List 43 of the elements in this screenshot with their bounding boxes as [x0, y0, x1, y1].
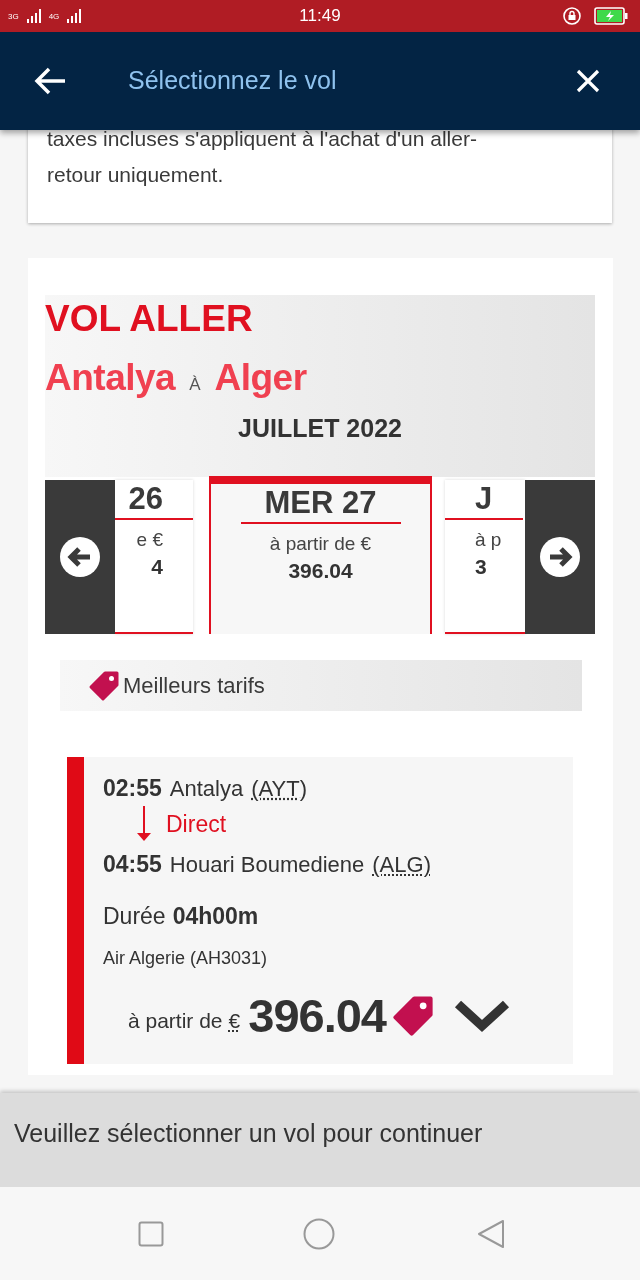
- carrier-label: Air Algerie (AH3031): [103, 947, 268, 970]
- notice-text: taxes incluses s'appliquent à l'achat d'un aller-: [47, 127, 477, 150]
- stops-label: Direct: [166, 809, 227, 839]
- best-fares-label: Meilleurs tarifs: [123, 672, 265, 700]
- home-icon[interactable]: [303, 1217, 335, 1250]
- battery-icon: [594, 7, 628, 25]
- notice-text: retour uniquement.: [47, 163, 224, 186]
- departure-airport: Antalya: [169, 775, 244, 803]
- route-connector: À: [189, 374, 201, 396]
- flight-option[interactable]: 02:55 Antalya (AYT) Direct 04:55 Houari Boumediene (ALG) Durée 04h00m Air Algerie (AH3031) à partir de € 396.04: [67, 757, 573, 1064]
- flight-price: 396.04: [248, 987, 386, 1044]
- price-label: à partir de: [128, 1008, 223, 1035]
- date-tab[interactable]: MER 27 à partir de € 396.04: [209, 476, 432, 634]
- down-arrow-icon: [136, 806, 152, 842]
- signal-icon: [67, 9, 82, 23]
- month-label: JUILLET 2022: [238, 413, 402, 444]
- currency-symbol: €: [228, 1008, 241, 1035]
- back-icon[interactable]: [477, 1218, 505, 1249]
- recents-icon[interactable]: [138, 1220, 164, 1247]
- screen-title: Sélectionnez le vol: [128, 65, 337, 97]
- back-arrow-icon: [33, 66, 67, 96]
- departure-time: 02:55: [103, 774, 162, 803]
- date-tab[interactable]: 26 e € 4: [115, 480, 193, 634]
- destination-city: Alger: [214, 356, 307, 400]
- previous-date-button[interactable]: [45, 480, 115, 634]
- status-time: 11:49: [299, 6, 341, 26]
- next-date-button[interactable]: [525, 480, 595, 634]
- network-label: 4G: [48, 13, 60, 21]
- airport-code: (ALG): [372, 851, 431, 879]
- rotation-lock-icon: [562, 6, 582, 26]
- footer-message: Veuillez sélectionner un vol pour continuer: [14, 1119, 483, 1147]
- network-label: 3G: [8, 13, 19, 21]
- date-tab[interactable]: J à p 3: [445, 480, 525, 634]
- duration-value: 04h00m: [172, 902, 259, 931]
- chevron-down-icon: [453, 999, 511, 1033]
- section-heading: VOL ALLER: [45, 297, 253, 341]
- arrival-airport: Houari Boumediene: [169, 851, 365, 879]
- airport-code: (AYT): [251, 775, 308, 803]
- signal-icon: [26, 9, 41, 23]
- duration-label: Durée: [103, 902, 166, 931]
- origin-city: Antalya: [45, 356, 176, 400]
- arrival-time: 04:55: [103, 850, 162, 879]
- close-icon: [576, 69, 600, 93]
